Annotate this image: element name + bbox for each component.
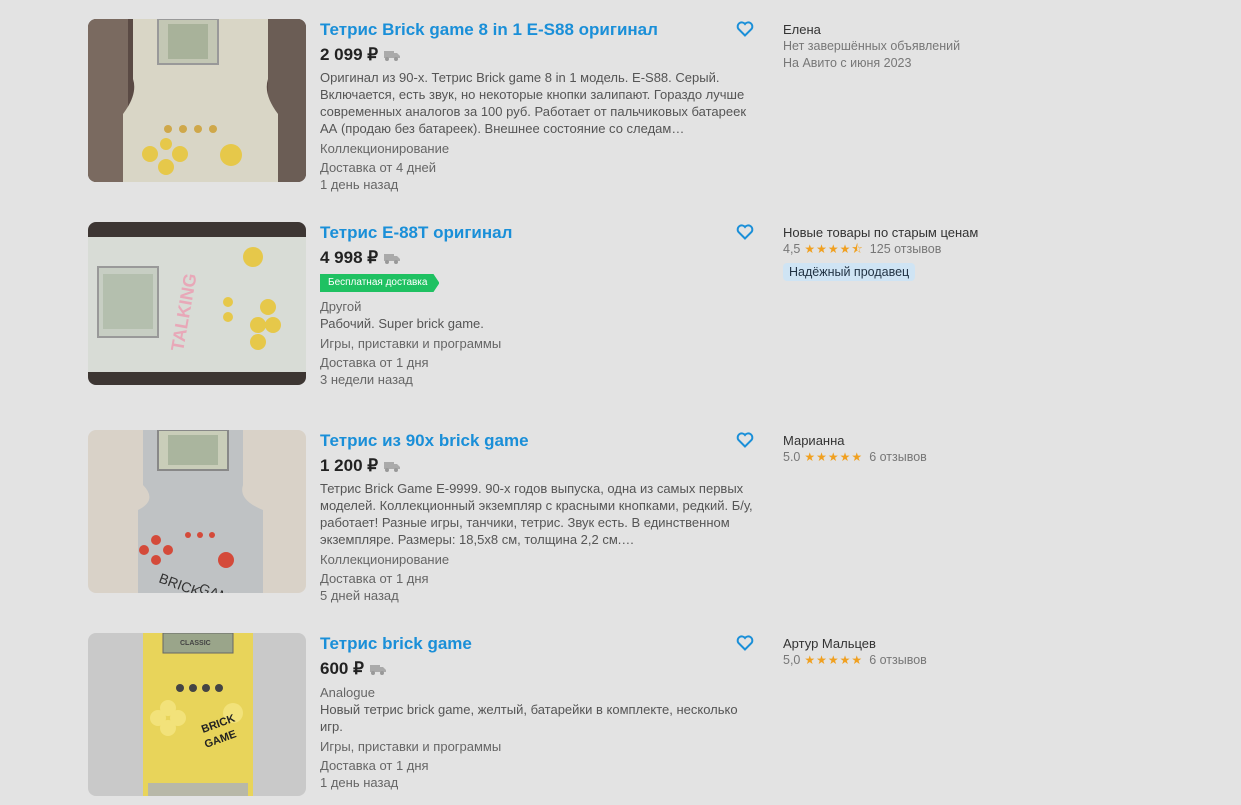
listing-delivery: Доставка от 4 дней (320, 160, 437, 175)
seller-since: На Авито с июня 2023 (783, 56, 912, 70)
truck-icon (384, 254, 401, 264)
truck-icon (384, 462, 401, 472)
star-rating-icon: ★★★★★ (804, 653, 864, 667)
listing-time: 1 день назад (320, 177, 399, 192)
listing-delivery: Доставка от 1 дня (320, 355, 429, 370)
heart-outline-icon[interactable] (736, 21, 754, 37)
seller-name[interactable]: Марианна (783, 432, 1043, 449)
reliable-seller-badge: Надёжный продавец (783, 263, 916, 281)
listing-photo[interactable]: CLASSIC BRICK GAME (88, 633, 306, 796)
listing-time: 5 дней назад (320, 588, 399, 603)
listing-description: Новый тетрис brick game, желтый, батарей… (320, 702, 738, 734)
seller-reviews[interactable]: 6 отзывов (869, 449, 927, 466)
seller-info[interactable]: Марианна 5.0 ★★★★★ 6 отзывов (783, 430, 1043, 466)
seller-reviews[interactable]: 125 отзывов (870, 241, 942, 258)
seller-info[interactable]: Новые товары по старым ценам 4,5 ★★★★⯪ 1… (783, 222, 1043, 281)
listing-photo[interactable]: TALKING (88, 222, 306, 385)
heart-outline-icon[interactable] (736, 635, 754, 651)
seller-name[interactable]: Елена (783, 21, 1043, 38)
listing-time: 3 недели назад (320, 372, 413, 387)
listing-delivery: Доставка от 1 дня (320, 758, 429, 773)
listing-description: Тетрис Brick Game E-9999. 90-х годов вып… (320, 481, 753, 547)
seller-completed: Нет завершённых объявлений (783, 39, 961, 53)
seller-reviews[interactable]: 6 отзывов (869, 652, 927, 669)
listing-title[interactable]: Тетрис E-88T оригинал (320, 223, 760, 243)
seller-info[interactable]: Артур Мальцев 5,0 ★★★★★ 6 отзывов (783, 633, 1043, 669)
seller-info[interactable]: Елена Нет завершённых объявлений На Авит… (783, 19, 1043, 72)
listing-category: Коллекционирование (320, 552, 450, 567)
listing-category: Игры, приставки и программы (320, 336, 502, 351)
listing-condition: Другой (320, 299, 362, 314)
seller-rating: 5.0 (783, 450, 801, 464)
price: 600 ₽ (320, 659, 364, 678)
listing-title[interactable]: Тетрис brick game (320, 634, 760, 654)
star-rating-icon: ★★★★★ (804, 450, 864, 464)
seller-rating: 4,5 (783, 242, 801, 256)
free-delivery-badge: Бесплатная доставка (320, 274, 439, 292)
seller-name[interactable]: Артур Мальцев (783, 635, 1043, 652)
listing-description: Рабочий. Super brick game. (320, 316, 484, 331)
listing-time: 1 день назад (320, 775, 399, 790)
listing-title[interactable]: Тетрис из 90х brick game (320, 431, 760, 451)
price: 2 099 ₽ (320, 45, 379, 64)
truck-icon (369, 665, 386, 675)
seller-rating: 5,0 (783, 653, 801, 667)
listing-photo[interactable]: BRICK GAME (88, 430, 306, 593)
listing-category: Игры, приставки и программы (320, 739, 502, 754)
seller-name[interactable]: Новые товары по старым ценам (783, 224, 1043, 241)
heart-outline-icon[interactable] (736, 224, 754, 240)
listing-category: Коллекционирование (320, 141, 450, 156)
listing-condition: Analogue (320, 685, 375, 700)
thumb-label: CLASSIC (180, 640, 211, 647)
listing-delivery: Доставка от 1 дня (320, 571, 429, 586)
listing-photo[interactable] (88, 19, 306, 182)
listing-description: Оригинал из 90-х. Тетрис Brick game 8 in… (320, 70, 747, 136)
star-rating-icon: ★★★★⯪ (804, 242, 864, 256)
price: 4 998 ₽ (320, 248, 379, 267)
heart-outline-icon[interactable] (736, 432, 754, 448)
truck-icon (384, 51, 401, 61)
price: 1 200 ₽ (320, 456, 379, 475)
listing-title[interactable]: Тетрис Brick game 8 in 1 E-S88 оригинал (320, 20, 760, 40)
